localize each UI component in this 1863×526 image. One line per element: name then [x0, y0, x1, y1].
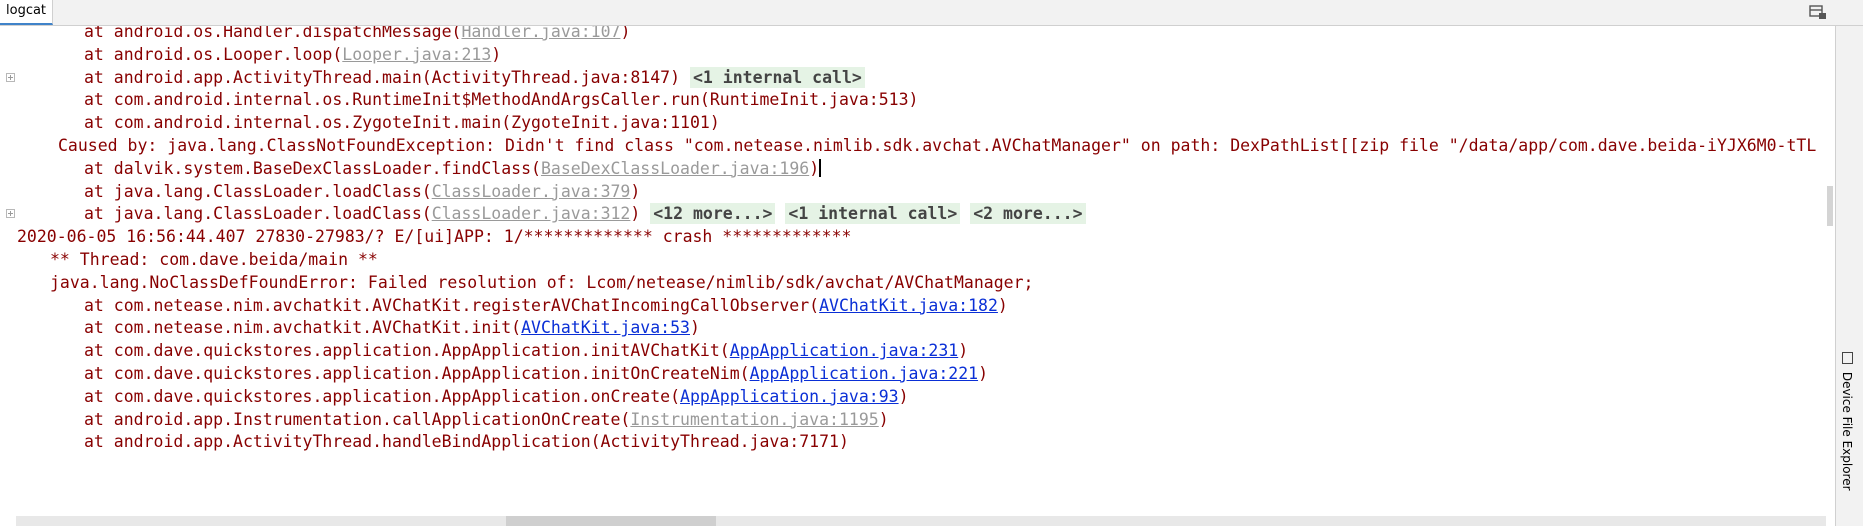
- logcat-output[interactable]: at android.os.Handler.dispatchMessage(Ha…: [0, 26, 1835, 526]
- source-link[interactable]: Handler.java:107: [462, 26, 621, 41]
- log-text: Caused by: java.lang.ClassNotFoundExcept…: [58, 135, 1817, 155]
- right-tool-strip: Device File Explorer: [1835, 26, 1863, 526]
- log-text-tail: ): [809, 158, 820, 178]
- source-link[interactable]: AVChatKit.java:53: [521, 318, 690, 337]
- log-text-tail: ): [958, 341, 969, 361]
- log-text: at com.android.internal.os.RuntimeInit$M…: [84, 90, 919, 110]
- log-text-tail: ): [997, 295, 1008, 315]
- log-text: at com.dave.quickstores.application.AppA…: [84, 363, 750, 383]
- log-text-tail: ): [620, 26, 631, 41]
- tab-logcat[interactable]: logcat: [0, 0, 54, 25]
- log-text: at com.dave.quickstores.application.AppA…: [84, 386, 681, 406]
- source-link[interactable]: ClassLoader.java:379: [432, 182, 631, 201]
- tool-window-header: logcat: [0, 0, 1863, 26]
- collapsed-frames-badge[interactable]: <1 internal call>: [785, 203, 961, 225]
- horizontal-scrollbar[interactable]: [16, 516, 1826, 526]
- vertical-scrollbar[interactable]: [1823, 26, 1835, 526]
- source-link[interactable]: Looper.java:213: [342, 45, 491, 64]
- log-text-tail: ): [898, 386, 909, 406]
- source-link[interactable]: AVChatKit.java:182: [819, 296, 998, 315]
- log-text: java.lang.NoClassDefFoundError: Failed r…: [50, 272, 1034, 292]
- log-text-tail: ): [878, 409, 889, 429]
- text-caret: [819, 158, 822, 177]
- fold-plus-icon[interactable]: [6, 209, 15, 219]
- log-text-tail: ): [491, 44, 502, 64]
- log-text: at java.lang.ClassLoader.loadClass(: [84, 204, 432, 224]
- source-link[interactable]: Instrumentation.java:1195: [630, 410, 878, 429]
- log-text-tail: ): [978, 363, 988, 383]
- log-text-tail: ): [630, 204, 651, 224]
- vertical-scroll-thumb[interactable]: [1827, 186, 1833, 226]
- log-line: at android.app.ActivityThread.handleBind…: [0, 428, 1823, 455]
- source-link[interactable]: BaseDexClassLoader.java:196: [541, 159, 809, 178]
- log-text: at android.os.Looper.loop(: [84, 44, 343, 64]
- source-link[interactable]: ClassLoader.java:312: [432, 204, 631, 223]
- log-text: at android.app.Instrumentation.callAppli…: [84, 409, 631, 429]
- device-file-explorer-tab[interactable]: Device File Explorer: [1840, 352, 1854, 491]
- horizontal-scroll-thumb[interactable]: [506, 516, 716, 526]
- source-link[interactable]: AppApplication.java:93: [680, 387, 899, 406]
- layout-icon[interactable]: [1809, 4, 1827, 20]
- device-icon: [1841, 352, 1853, 364]
- log-text: at android.app.ActivityThread.main(Activ…: [84, 67, 690, 87]
- log-text: at android.os.Handler.dispatchMessage(: [84, 26, 462, 41]
- log-text: at com.dave.quickstores.application.AppA…: [84, 341, 730, 361]
- log-text: at dalvik.system.BaseDexClassLoader.find…: [84, 158, 541, 178]
- collapsed-frames-badge[interactable]: <1 internal call>: [689, 66, 865, 88]
- device-file-explorer-label: Device File Explorer: [1840, 371, 1854, 491]
- log-text: at com.android.internal.os.ZygoteInit.ma…: [84, 113, 720, 133]
- log-text: at com.netease.nim.avchatkit.AVChatKit.r…: [84, 295, 820, 315]
- log-line-text: at android.app.ActivityThread.handleBind…: [84, 428, 849, 455]
- log-text-tail: ): [689, 318, 700, 338]
- log-text: ** Thread: com.dave.beida/main **: [50, 249, 378, 269]
- log-text-tail: ): [630, 181, 641, 201]
- log-text: at com.netease.nim.avchatkit.AVChatKit.i…: [84, 318, 522, 338]
- fold-plus-icon[interactable]: [6, 72, 15, 82]
- tab-logcat-label: logcat: [6, 3, 47, 18]
- log-text: 2020-06-05 16:56:44.407 27830-27983/? E/…: [17, 227, 852, 247]
- collapsed-frames-badge[interactable]: <2 more...>: [970, 203, 1086, 225]
- log-text: at java.lang.ClassLoader.loadClass(: [84, 181, 432, 201]
- log-text: at android.app.ActivityThread.handleBind…: [84, 432, 849, 452]
- source-link[interactable]: AppApplication.java:231: [730, 341, 958, 360]
- collapsed-frames-badge[interactable]: <12 more...>: [650, 203, 776, 225]
- log-lines: at android.os.Handler.dispatchMessage(Ha…: [0, 26, 1823, 456]
- source-link[interactable]: AppApplication.java:221: [750, 364, 978, 383]
